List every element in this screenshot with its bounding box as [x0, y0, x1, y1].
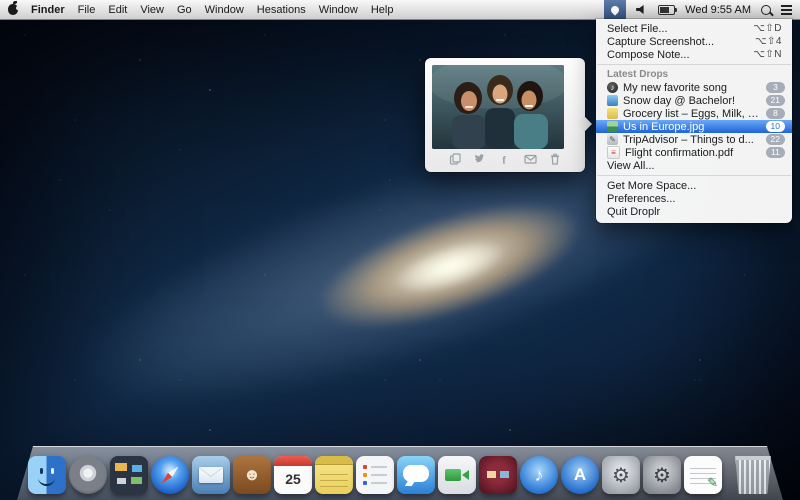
contacts-glyph: ☻: [243, 465, 261, 485]
menu-separator: [597, 64, 791, 65]
preview-toolbar: f: [432, 149, 578, 169]
itunes-glyph: ♪: [535, 465, 544, 486]
menu-item-select-file[interactable]: Select File... ⌥⇧D: [596, 22, 792, 35]
dock-icon-finder[interactable]: [28, 456, 66, 494]
dock-icon-utilities[interactable]: ⚙: [643, 456, 681, 494]
shortcut-capture-screenshot: ⌥⇧4: [755, 36, 782, 47]
photo-icon: [607, 95, 618, 106]
menu-file[interactable]: File: [78, 4, 96, 16]
menubar-menus: Finder File Edit View Go Window Hesation…: [8, 4, 393, 16]
shortcut-select-file: ⌥⇧D: [753, 23, 782, 34]
appstore-glyph: A: [574, 465, 586, 485]
dock-icon-calendar[interactable]: 25: [274, 456, 312, 494]
twitter-icon[interactable]: [474, 153, 487, 166]
count-badge: 10: [766, 121, 785, 132]
spotlight-icon[interactable]: [761, 5, 771, 15]
menu-window[interactable]: Window: [205, 4, 244, 16]
app-menu-finder[interactable]: Finder: [31, 4, 65, 16]
menubar-clock[interactable]: Wed 9:55 AM: [685, 4, 751, 16]
pdf-icon: ≡: [607, 146, 620, 159]
menubar: Finder File Edit View Go Window Hesation…: [0, 0, 800, 20]
drop-item-flight-pdf[interactable]: ≡ Flight confirmation.pdf 11: [596, 146, 792, 159]
dock-icon-trash[interactable]: [734, 456, 772, 494]
droplr-dropdown-menu: Select File... ⌥⇧D Capture Screenshot...…: [596, 19, 792, 223]
menu-separator: [597, 175, 791, 176]
drop-item-snow-day[interactable]: Snow day @ Bachelor! 21: [596, 94, 792, 107]
copy-icon[interactable]: [449, 153, 462, 166]
link-icon: ✎: [607, 134, 618, 145]
menu-item-compose-note[interactable]: Compose Note... ⌥⇧N: [596, 48, 792, 61]
calendar-day: 25: [285, 471, 301, 487]
trash-icon[interactable]: [549, 153, 562, 166]
menu-item-quit-droplr[interactable]: Quit Droplr: [596, 205, 792, 218]
dock-icon-facetime[interactable]: [438, 456, 476, 494]
menu-item-get-more-space[interactable]: Get More Space...: [596, 179, 792, 192]
image-icon: [607, 121, 618, 132]
drop-item-grocery-list[interactable]: Grocery list – Eggs, Milk, B... 8: [596, 107, 792, 120]
dock-icons: ☻ 25 ♪ A ⚙ ⚙: [28, 456, 772, 494]
menubar-status-area: Wed 9:55 AM: [604, 0, 792, 19]
dock-icon-reminders[interactable]: [356, 456, 394, 494]
menu-item-preferences[interactable]: Preferences...: [596, 192, 792, 205]
notification-center-icon[interactable]: [781, 5, 792, 7]
menu-go[interactable]: Go: [177, 4, 192, 16]
count-badge: 11: [766, 147, 785, 158]
facebook-icon[interactable]: f: [499, 153, 512, 166]
drop-preview-popover: f: [425, 58, 585, 172]
count-badge: 21: [766, 95, 785, 106]
drop-item-song[interactable]: ♪ My new favorite song 3: [596, 81, 792, 94]
dock-icon-launchpad[interactable]: [69, 456, 107, 494]
email-icon[interactable]: [524, 153, 537, 166]
note-icon: [607, 108, 618, 119]
latest-drops-header: Latest Drops: [596, 68, 792, 81]
dock-icon-app-store[interactable]: A: [561, 456, 599, 494]
drop-item-us-in-europe-selected[interactable]: Us in Europe.jpg 10: [596, 120, 792, 133]
gear-icon: ⚙: [612, 463, 630, 488]
count-badge: 22: [766, 134, 785, 145]
dock-icon-notes[interactable]: [315, 456, 353, 494]
dock-icon-itunes[interactable]: ♪: [520, 456, 558, 494]
count-badge: 3: [766, 82, 785, 93]
battery-icon[interactable]: [658, 5, 675, 15]
menu-item-view-all[interactable]: View All...: [596, 159, 792, 172]
count-badge: 8: [766, 108, 785, 119]
dock-icon-contacts[interactable]: ☻: [233, 456, 271, 494]
audio-icon: ♪: [607, 82, 618, 93]
droplr-icon: [609, 4, 620, 15]
droplr-menu-extra[interactable]: [604, 0, 626, 19]
facebook-glyph: f: [502, 155, 506, 166]
menu-hesations[interactable]: Hesations: [257, 4, 306, 16]
gear-icon: ⚙: [653, 463, 671, 488]
dock-icon-textedit[interactable]: [684, 456, 722, 494]
menu-item-capture-screenshot[interactable]: Capture Screenshot... ⌥⇧4: [596, 35, 792, 48]
apple-menu-icon[interactable]: [8, 4, 18, 15]
dock-icon-mail[interactable]: [192, 456, 230, 494]
dock-icon-safari[interactable]: [151, 456, 189, 494]
dock-icon-mission-control[interactable]: [110, 456, 148, 494]
menu-help[interactable]: Help: [371, 4, 394, 16]
dock-icon-photo-booth[interactable]: [479, 456, 517, 494]
shortcut-compose-note: ⌥⇧N: [753, 49, 782, 60]
menu-edit[interactable]: Edit: [108, 4, 127, 16]
volume-icon[interactable]: [636, 5, 648, 15]
menu-view[interactable]: View: [140, 4, 164, 16]
dock: ☻ 25 ♪ A ⚙ ⚙: [17, 446, 783, 500]
drop-item-tripadvisor[interactable]: ✎ TripAdvisor – Things to d... 22: [596, 133, 792, 146]
menu-window-2[interactable]: Window: [319, 4, 358, 16]
dock-icon-messages[interactable]: [397, 456, 435, 494]
drop-preview-photo: [432, 65, 564, 149]
dock-icon-system-preferences[interactable]: ⚙: [602, 456, 640, 494]
desktop: Finder File Edit View Go Window Hesation…: [0, 0, 800, 500]
